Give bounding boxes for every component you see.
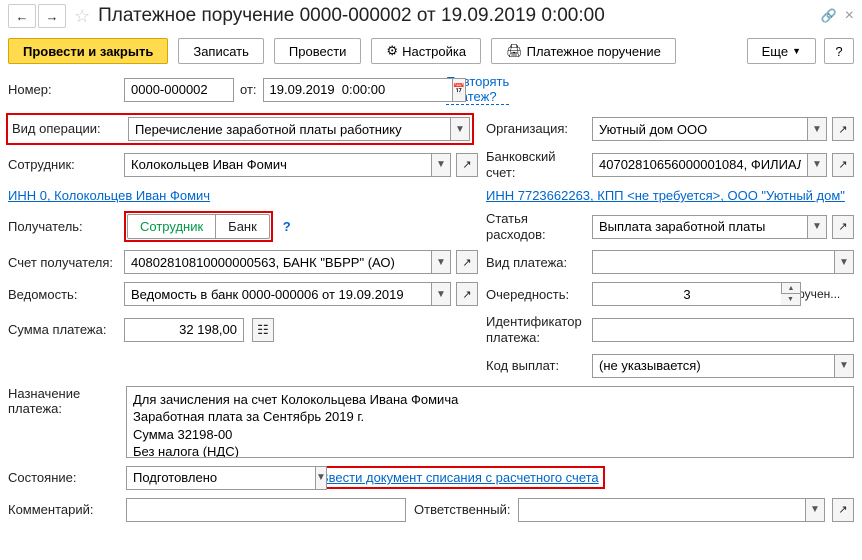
payee-acc-dropdown[interactable]: ▼ bbox=[431, 250, 451, 274]
op-type-input[interactable] bbox=[128, 117, 450, 141]
responsible-input[interactable] bbox=[518, 498, 805, 522]
payee-label: Получатель: bbox=[8, 219, 118, 235]
tab-employee[interactable]: Сотрудник bbox=[128, 215, 216, 238]
exp-item-label: Статья расходов: bbox=[486, 211, 586, 242]
writeoff-link[interactable]: Ввести документ списания с расчетного сч… bbox=[320, 470, 599, 485]
close-button[interactable]: × bbox=[845, 7, 854, 25]
chevron-down-icon: ▼ bbox=[792, 46, 801, 56]
number-label: Номер: bbox=[8, 82, 118, 98]
gear-icon: ⚙ bbox=[386, 43, 398, 59]
op-type-dropdown[interactable]: ▼ bbox=[450, 117, 470, 141]
pay-id-input[interactable] bbox=[592, 318, 854, 342]
pay-code-label: Код выплат: bbox=[486, 358, 586, 374]
org-input[interactable] bbox=[592, 117, 807, 141]
link-icon[interactable]: 🔗 bbox=[820, 8, 836, 24]
bank-acc-label: Банковский счет: bbox=[486, 149, 586, 180]
settings-button[interactable]: ⚙Настройка bbox=[371, 38, 481, 64]
print-button[interactable]: 🖨Платежное поручение bbox=[491, 38, 676, 64]
window-title: Платежное поручение 0000-000002 от 19.09… bbox=[98, 5, 812, 27]
calendar-button[interactable]: 📅 bbox=[452, 78, 466, 102]
exp-item-input[interactable] bbox=[592, 215, 807, 239]
date-input[interactable] bbox=[263, 78, 452, 102]
help-button[interactable]: ? bbox=[824, 38, 854, 64]
priority-up[interactable]: ▲ bbox=[781, 282, 801, 294]
org-dropdown[interactable]: ▼ bbox=[807, 117, 827, 141]
from-label: от: bbox=[240, 82, 257, 97]
statement-input[interactable] bbox=[124, 282, 431, 306]
status-input[interactable] bbox=[126, 466, 315, 490]
toolbar: Провести и закрыть Записать Провести ⚙На… bbox=[0, 32, 862, 70]
tab-bank[interactable]: Банк bbox=[216, 215, 269, 238]
printer-icon: 🖨 bbox=[506, 43, 523, 59]
post-button[interactable]: Провести bbox=[274, 38, 362, 64]
priority-label: Очередность: bbox=[486, 287, 586, 303]
amount-input[interactable] bbox=[124, 318, 244, 342]
priority-down[interactable]: ▼ bbox=[781, 294, 801, 306]
post-close-button[interactable]: Провести и закрыть bbox=[8, 38, 168, 64]
employee-input[interactable] bbox=[124, 153, 431, 177]
payee-acc-input[interactable] bbox=[124, 250, 431, 274]
pay-type-label: Вид платежа: bbox=[486, 255, 586, 271]
inn-org-link[interactable]: ИНН 7723662263, КПП <не требуется>, ООО … bbox=[486, 188, 845, 203]
employee-dropdown[interactable]: ▼ bbox=[431, 153, 451, 177]
pay-code-dropdown[interactable]: ▼ bbox=[834, 354, 854, 378]
bank-acc-open-button[interactable]: ↗ bbox=[832, 153, 854, 177]
more-button[interactable]: Еще ▼ bbox=[747, 38, 816, 64]
pay-type-dropdown[interactable]: ▼ bbox=[834, 250, 854, 274]
favorite-icon[interactable]: ☆ bbox=[74, 6, 90, 27]
comment-input[interactable] bbox=[126, 498, 406, 522]
save-button[interactable]: Записать bbox=[178, 38, 264, 64]
status-dropdown[interactable]: ▼ bbox=[315, 466, 327, 490]
statement-label: Ведомость: bbox=[8, 287, 118, 303]
number-input[interactable] bbox=[124, 78, 234, 102]
responsible-label: Ответственный: bbox=[414, 502, 510, 517]
bank-acc-dropdown[interactable]: ▼ bbox=[807, 153, 827, 177]
responsible-dropdown[interactable]: ▼ bbox=[805, 498, 825, 522]
purpose-textarea[interactable] bbox=[126, 386, 854, 458]
op-type-label: Вид операции: bbox=[10, 121, 120, 137]
exp-item-dropdown[interactable]: ▼ bbox=[807, 215, 827, 239]
statement-dropdown[interactable]: ▼ bbox=[431, 282, 451, 306]
calculator-button[interactable]: ☷ bbox=[252, 318, 274, 342]
employee-label: Сотрудник: bbox=[8, 157, 118, 173]
exp-item-open-button[interactable]: ↗ bbox=[832, 215, 854, 239]
inn-payer-link[interactable]: ИНН 0, Колокольцев Иван Фомич bbox=[8, 188, 210, 203]
statement-open-button[interactable]: ↗ bbox=[456, 282, 478, 306]
payee-acc-label: Счет получателя: bbox=[8, 255, 118, 271]
comment-label: Комментарий: bbox=[8, 502, 118, 518]
back-button[interactable]: ← bbox=[8, 4, 36, 28]
payee-acc-open-button[interactable]: ↗ bbox=[456, 250, 478, 274]
bank-acc-input[interactable] bbox=[592, 153, 807, 177]
pay-id-label: Идентификатор платежа: bbox=[486, 314, 586, 345]
priority-input[interactable] bbox=[592, 282, 781, 306]
payee-help-icon[interactable]: ? bbox=[279, 219, 295, 234]
responsible-open-button[interactable]: ↗ bbox=[832, 498, 854, 522]
org-open-button[interactable]: ↗ bbox=[832, 117, 854, 141]
pay-type-input[interactable] bbox=[592, 250, 834, 274]
pay-code-input[interactable] bbox=[592, 354, 834, 378]
status-label: Состояние: bbox=[8, 470, 118, 486]
window-header: ← → ☆ Платежное поручение 0000-000002 от… bbox=[0, 0, 862, 32]
org-label: Организация: bbox=[486, 121, 586, 137]
purpose-label: Назначение платежа: bbox=[8, 386, 118, 417]
forward-button[interactable]: → bbox=[38, 4, 66, 28]
employee-open-button[interactable]: ↗ bbox=[456, 153, 478, 177]
amount-label: Сумма платежа: bbox=[8, 322, 118, 338]
